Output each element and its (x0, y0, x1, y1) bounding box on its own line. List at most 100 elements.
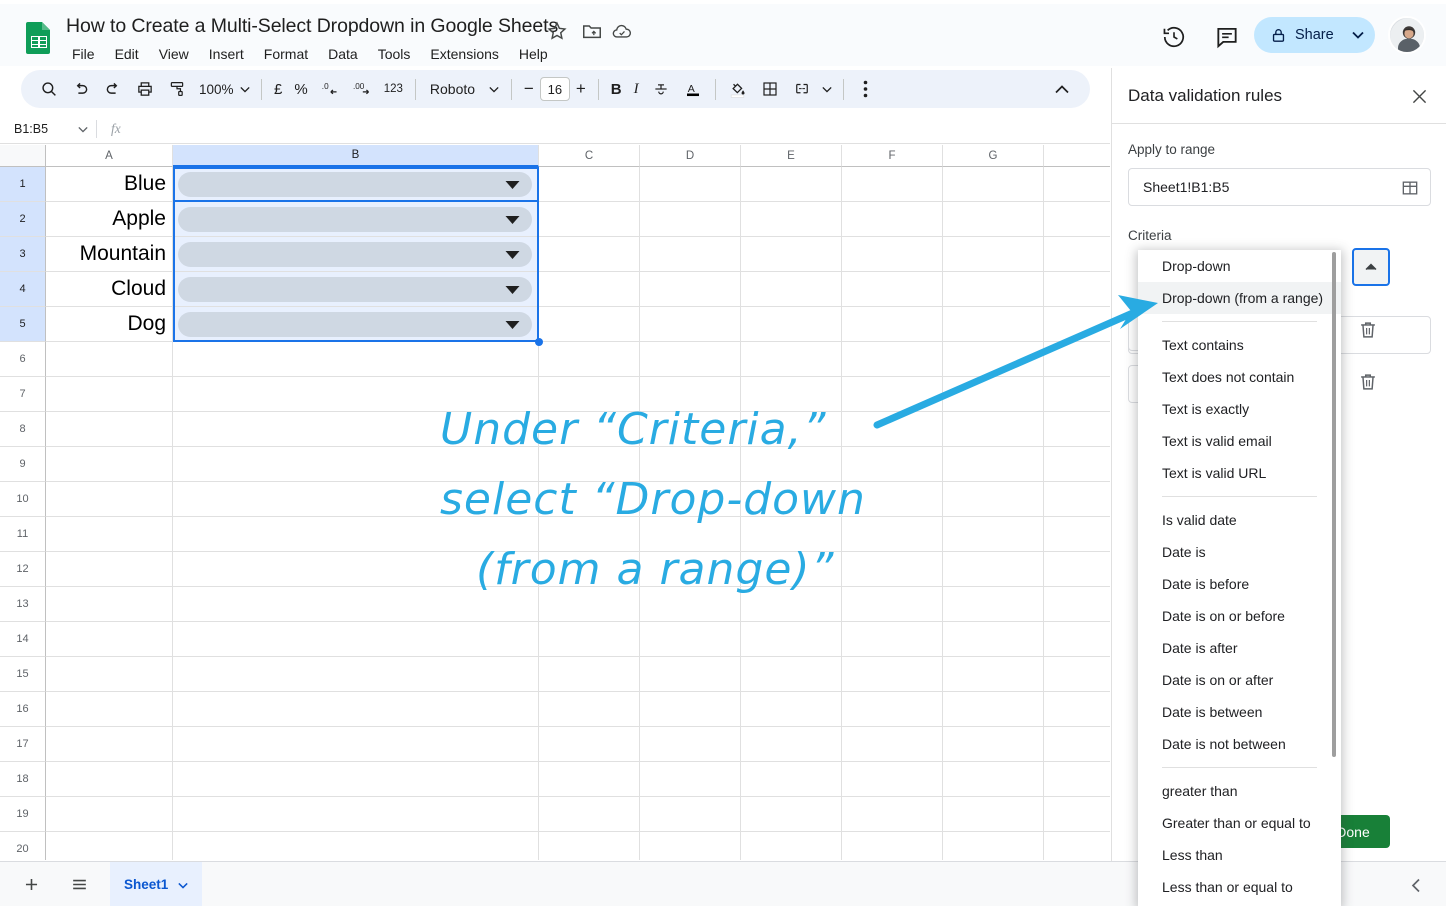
cell-F19[interactable] (842, 797, 943, 832)
italic-button[interactable]: I (628, 75, 645, 104)
search-icon[interactable] (35, 75, 64, 104)
cell-H6[interactable] (1044, 342, 1110, 377)
cell-H13[interactable] (1044, 587, 1110, 622)
select-data-range-icon[interactable] (1400, 178, 1420, 198)
cell-H19[interactable] (1044, 797, 1110, 832)
cell-H20[interactable] (1044, 832, 1110, 860)
collapse-toolbar-icon[interactable] (1048, 75, 1076, 103)
cell-B19[interactable] (173, 797, 539, 832)
criteria-expand-button[interactable] (1352, 248, 1390, 286)
dropdown-chip-B4[interactable] (178, 277, 532, 302)
cell-A17[interactable] (46, 727, 173, 762)
cell-C9[interactable] (539, 447, 640, 482)
cell-E20[interactable] (741, 832, 842, 860)
cell-C4[interactable] (539, 272, 640, 307)
menu-item-date-is-before[interactable]: Date is before (1138, 568, 1341, 600)
cell-B13[interactable] (173, 587, 539, 622)
cell-H1[interactable] (1044, 167, 1110, 202)
cell-H12[interactable] (1044, 552, 1110, 587)
cell-E3[interactable] (741, 237, 842, 272)
merge-chevron-down-icon[interactable] (819, 75, 835, 104)
column-header-g[interactable]: G (943, 145, 1044, 167)
row-header-17[interactable]: 17 (0, 727, 46, 762)
cell-G2[interactable] (943, 202, 1044, 237)
menu-item-insert[interactable]: Insert (199, 43, 254, 65)
cell-F7[interactable] (842, 377, 943, 412)
row-header-3[interactable]: 3 (0, 237, 46, 272)
cell-C10[interactable] (539, 482, 640, 517)
row-header-11[interactable]: 11 (0, 517, 46, 552)
cell-F11[interactable] (842, 517, 943, 552)
cell-H4[interactable] (1044, 272, 1110, 307)
menu-item-drop-down[interactable]: Drop-down (1138, 250, 1341, 282)
cell-E9[interactable] (741, 447, 842, 482)
column-header-b[interactable]: B (173, 145, 539, 167)
cell-B17[interactable] (173, 727, 539, 762)
cell-C8[interactable] (539, 412, 640, 447)
name-box[interactable]: B1:B5 (0, 114, 96, 144)
fill-color-icon[interactable] (723, 75, 752, 104)
cell-G10[interactable] (943, 482, 1044, 517)
cell-G20[interactable] (943, 832, 1044, 860)
cell-C7[interactable] (539, 377, 640, 412)
cell-C14[interactable] (539, 622, 640, 657)
cell-C18[interactable] (539, 762, 640, 797)
cell-F10[interactable] (842, 482, 943, 517)
menu-item-text-is-valid-email[interactable]: Text is valid email (1138, 425, 1341, 457)
menu-item-is-valid-date[interactable]: Is valid date (1138, 504, 1341, 536)
zoom-chevron-down-icon[interactable] (236, 75, 254, 104)
cell-B4[interactable] (173, 272, 539, 307)
name-box-chevron-down-icon[interactable] (78, 122, 88, 136)
undo-icon[interactable] (67, 75, 96, 104)
cell-H18[interactable] (1044, 762, 1110, 797)
cell-F8[interactable] (842, 412, 943, 447)
print-icon[interactable] (131, 75, 160, 104)
cell-D4[interactable] (640, 272, 741, 307)
text-color-icon[interactable]: A (678, 75, 707, 104)
cell-E10[interactable] (741, 482, 842, 517)
column-header-e[interactable]: E (741, 145, 842, 167)
cell-E8[interactable] (741, 412, 842, 447)
cell-C17[interactable] (539, 727, 640, 762)
cell-B6[interactable] (173, 342, 539, 377)
cell-G7[interactable] (943, 377, 1044, 412)
menu-item-date-is[interactable]: Date is (1138, 536, 1341, 568)
decrease-font-size-button[interactable]: − (518, 75, 540, 104)
zoom-level-label[interactable]: 100% (193, 75, 240, 104)
cell-H17[interactable] (1044, 727, 1110, 762)
cell-E6[interactable] (741, 342, 842, 377)
cell-C1[interactable] (539, 167, 640, 202)
font-size-input[interactable]: 16 (539, 77, 570, 101)
cell-F3[interactable] (842, 237, 943, 272)
currency-format-button[interactable]: £ (268, 75, 288, 104)
paint-format-icon[interactable] (163, 75, 192, 104)
cell-A14[interactable] (46, 622, 173, 657)
cell-G19[interactable] (943, 797, 1044, 832)
menu-item-greater-than[interactable]: greater than (1138, 775, 1341, 807)
cell-H10[interactable] (1044, 482, 1110, 517)
cell-H2[interactable] (1044, 202, 1110, 237)
cell-E13[interactable] (741, 587, 842, 622)
row-header-19[interactable]: 19 (0, 797, 46, 832)
cell-G11[interactable] (943, 517, 1044, 552)
cell-D12[interactable] (640, 552, 741, 587)
cell-C12[interactable] (539, 552, 640, 587)
menu-item-tools[interactable]: Tools (368, 43, 421, 65)
menu-item-format[interactable]: Format (254, 43, 318, 65)
row-header-7[interactable]: 7 (0, 377, 46, 412)
font-chevron-down-icon[interactable] (485, 75, 503, 104)
cell-B8[interactable] (173, 412, 539, 447)
row-header-2[interactable]: 2 (0, 202, 46, 237)
cell-B20[interactable] (173, 832, 539, 860)
cell-B10[interactable] (173, 482, 539, 517)
cell-D16[interactable] (640, 692, 741, 727)
menu-item-less-than-or-equal-to[interactable]: Less than or equal to (1138, 871, 1341, 903)
menu-item-help[interactable]: Help (509, 43, 558, 65)
cell-C20[interactable] (539, 832, 640, 860)
cell-H3[interactable] (1044, 237, 1110, 272)
menu-item-date-is-after[interactable]: Date is after (1138, 632, 1341, 664)
cell-A10[interactable] (46, 482, 173, 517)
cell-G15[interactable] (943, 657, 1044, 692)
cell-A2[interactable]: Apple (46, 202, 173, 237)
cell-D18[interactable] (640, 762, 741, 797)
